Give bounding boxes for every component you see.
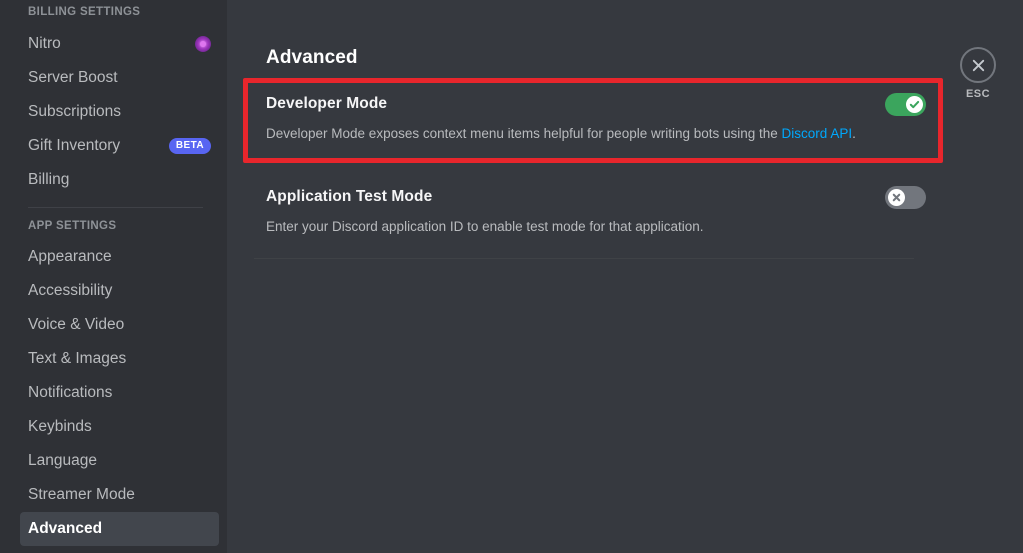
- sidebar-item-label: Streamer Mode: [28, 486, 135, 503]
- sidebar-item-label: Notifications: [28, 384, 113, 401]
- sidebar-item-label: Gift Inventory: [28, 137, 121, 154]
- sidebar-item-label: Text & Images: [28, 350, 127, 367]
- close-icon: [972, 59, 984, 71]
- setting-description-text: Developer Mode exposes context menu item…: [266, 126, 782, 141]
- sidebar-item-billing[interactable]: Billing: [20, 163, 219, 197]
- setting-description: Enter your Discord application ID to ena…: [266, 218, 926, 236]
- sidebar-item-voice-and-video[interactable]: Voice & Video: [20, 308, 219, 342]
- nitro-icon: [195, 36, 211, 52]
- sidebar-item-label: Billing: [28, 171, 70, 188]
- discord-api-link[interactable]: Discord API: [782, 126, 853, 141]
- sidebar-item-language[interactable]: Language: [20, 444, 219, 478]
- sidebar-item-notifications[interactable]: Notifications: [20, 376, 219, 410]
- sidebar-item-label: Voice & Video: [28, 316, 125, 333]
- sidebar-item-appearance[interactable]: Appearance: [20, 240, 219, 274]
- sidebar-divider: [28, 207, 203, 208]
- sidebar-item-streamer-mode[interactable]: Streamer Mode: [20, 478, 219, 512]
- sidebar-item-subscriptions[interactable]: Subscriptions: [20, 95, 219, 129]
- sidebar-item-label: Appearance: [28, 248, 112, 265]
- sidebar-section-header-billing: BILLING SETTINGS: [28, 6, 141, 18]
- close-icon: [892, 193, 901, 201]
- setting-title: Developer Mode: [266, 95, 388, 112]
- developer-mode-toggle[interactable]: [885, 92, 926, 116]
- sidebar-item-label: Language: [28, 452, 97, 469]
- close-settings-button[interactable]: ESC: [950, 47, 1006, 100]
- setting-developer-mode: Developer Mode Developer Mode exposes co…: [266, 92, 926, 143]
- sidebar-item-label: Advanced: [28, 520, 103, 537]
- page-title: Advanced: [266, 47, 358, 68]
- beta-badge: BETA: [168, 138, 211, 154]
- sidebar-item-text-and-images[interactable]: Text & Images: [20, 342, 219, 376]
- sidebar-item-label: Nitro: [28, 35, 61, 52]
- close-icon-circle: [960, 47, 996, 83]
- setting-row-header: Developer Mode: [266, 92, 926, 116]
- sidebar-item-label: Accessibility: [28, 282, 113, 299]
- sidebar-item-advanced[interactable]: Advanced: [20, 512, 219, 546]
- sidebar-item-nitro[interactable]: Nitro: [20, 27, 219, 61]
- setting-description-suffix: .: [852, 126, 856, 141]
- esc-label: ESC: [965, 88, 991, 100]
- toggle-knob: [906, 95, 923, 113]
- sidebar-section-header-app: APP SETTINGS: [28, 220, 117, 232]
- sidebar-item-label: Keybinds: [28, 418, 92, 435]
- settings-window: BILLING SETTINGS Nitro Server Boost Subs…: [0, 0, 1023, 553]
- setting-description-text: Enter your Discord application ID to ena…: [266, 219, 704, 234]
- toggle-knob: [888, 188, 905, 206]
- setting-application-test-mode: Application Test Mode Enter your Discord…: [266, 185, 926, 236]
- sidebar-item-label: Subscriptions: [28, 103, 122, 120]
- sidebar-item-keybinds[interactable]: Keybinds: [20, 410, 219, 444]
- sidebar-item-gift-inventory[interactable]: Gift Inventory BETA: [20, 129, 219, 163]
- content-divider: [254, 258, 914, 259]
- settings-main-content: Advanced Developer Mode Developer Mode e…: [227, 0, 1023, 553]
- application-test-mode-toggle[interactable]: [885, 185, 926, 209]
- sidebar-item-server-boost[interactable]: Server Boost: [20, 61, 219, 95]
- sidebar-item-accessibility[interactable]: Accessibility: [20, 274, 219, 308]
- setting-row-header: Application Test Mode: [266, 185, 926, 209]
- check-icon: [909, 100, 920, 108]
- setting-title: Application Test Mode: [266, 188, 433, 205]
- settings-sidebar: BILLING SETTINGS Nitro Server Boost Subs…: [0, 0, 227, 553]
- sidebar-item-label: Server Boost: [28, 69, 118, 86]
- setting-description: Developer Mode exposes context menu item…: [266, 125, 926, 143]
